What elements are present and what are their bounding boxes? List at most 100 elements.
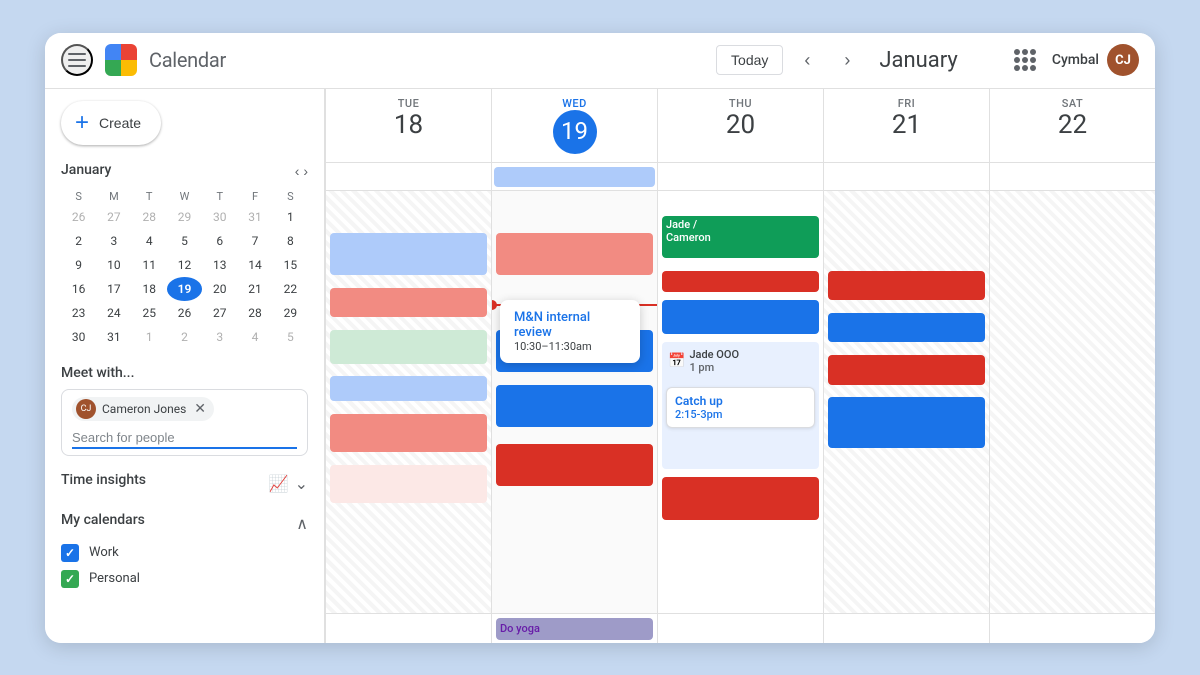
day-col-sat xyxy=(989,191,1155,613)
table-row[interactable]: 16 xyxy=(61,277,96,301)
contact-remove-button[interactable]: ✕ xyxy=(194,401,206,417)
day-name-fri: FRI xyxy=(824,97,989,110)
table-row[interactable]: 31 xyxy=(237,205,272,229)
day-header-thu[interactable]: THU 20 xyxy=(657,89,823,162)
table-row[interactable]: 25 xyxy=(132,301,167,325)
insights-chart-icon[interactable]: 📈 xyxy=(269,474,289,493)
calendar-item-personal[interactable]: ✓ Personal xyxy=(61,570,308,588)
meet-with-title: Meet with... xyxy=(61,365,308,381)
day-header-fri[interactable]: FRI 21 xyxy=(823,89,989,162)
do-yoga-event[interactable]: Do yoga xyxy=(496,618,653,640)
all-day-event-wed[interactable] xyxy=(494,167,655,187)
table-row[interactable]: 5 xyxy=(167,229,202,253)
calendar-item-work[interactable]: ✓ Work xyxy=(61,544,308,562)
event-thu-jade-ooo[interactable]: 📅 Jade OOO 1 pm Catch up 2:15-3pm xyxy=(662,342,819,469)
table-row[interactable]: 27 xyxy=(202,301,237,325)
table-row[interactable]: 28 xyxy=(132,205,167,229)
event-thu-blue[interactable] xyxy=(662,300,819,334)
table-row[interactable]: 6 xyxy=(202,229,237,253)
table-row[interactable]: 12 xyxy=(167,253,202,277)
day-header-tue[interactable]: TUE 18 xyxy=(325,89,491,162)
all-day-bar xyxy=(325,163,1155,191)
event-wed-4[interactable] xyxy=(496,444,653,486)
table-row[interactable]: 4 xyxy=(237,325,272,349)
event-fri-4[interactable] xyxy=(828,397,985,448)
event-thu-green[interactable]: Jade /Cameron xyxy=(662,216,819,258)
personal-checkbox[interactable]: ✓ xyxy=(61,570,79,588)
insights-expand-icon[interactable]: ⌄ xyxy=(295,474,308,493)
my-calendars-section: My calendars ∧ ✓ Work ✓ Personal xyxy=(61,512,308,588)
work-checkbox[interactable]: ✓ xyxy=(61,544,79,562)
event-thu-red-2[interactable] xyxy=(662,477,819,519)
table-row[interactable]: 23 xyxy=(61,301,96,325)
table-row[interactable]: 28 xyxy=(237,301,272,325)
table-row[interactable]: 29 xyxy=(167,205,202,229)
table-row[interactable]: 4 xyxy=(132,229,167,253)
table-row[interactable]: 8 xyxy=(273,229,308,253)
table-row[interactable]: 29 xyxy=(273,301,308,325)
search-input[interactable] xyxy=(72,430,297,449)
all-day-thu xyxy=(657,163,823,190)
day-col-thu: Jade /Cameron 📅 Jade OOO xyxy=(657,191,823,613)
event-fri-1[interactable] xyxy=(828,271,985,301)
event-thu-red[interactable] xyxy=(662,271,819,292)
table-row[interactable]: 21 xyxy=(237,277,272,301)
table-row[interactable]: 31 xyxy=(96,325,131,349)
contact-chip: CJ Cameron Jones ✕ xyxy=(72,397,214,421)
table-row[interactable]: 26 xyxy=(167,301,202,325)
event-fri-2[interactable] xyxy=(828,313,985,343)
table-row[interactable]: 20 xyxy=(202,277,237,301)
day-num-sat: 22 xyxy=(990,110,1155,141)
event-tue-2[interactable] xyxy=(330,288,487,318)
table-row[interactable]: 30 xyxy=(202,205,237,229)
table-row[interactable]: 27 xyxy=(96,205,131,229)
table-row[interactable]: 3 xyxy=(96,229,131,253)
table-row[interactable]: 5 xyxy=(273,325,308,349)
table-row[interactable]: 24 xyxy=(96,301,131,325)
bottom-bar: Do yoga xyxy=(325,613,1155,643)
table-row[interactable]: 14 xyxy=(237,253,272,277)
day-header-sat[interactable]: SAT 22 xyxy=(989,89,1155,162)
day-header-wed[interactable]: WED 19 xyxy=(491,89,657,162)
my-calendars-header: My calendars ∧ xyxy=(61,512,308,536)
mini-cal-next[interactable]: › xyxy=(303,163,308,179)
table-row[interactable]: 2 xyxy=(167,325,202,349)
checkmark-icon: ✓ xyxy=(65,572,75,586)
event-tue-1[interactable] xyxy=(330,233,487,275)
event-popup[interactable]: M&N internal review 10:30–11:30am xyxy=(500,300,640,363)
table-row[interactable]: 2 xyxy=(61,229,96,253)
apps-grid-icon[interactable] xyxy=(1014,49,1036,71)
event-wed-3[interactable] xyxy=(496,385,653,427)
create-button[interactable]: + Create xyxy=(61,101,161,145)
event-fri-3[interactable] xyxy=(828,355,985,385)
today-button[interactable]: Today xyxy=(716,45,783,75)
table-row[interactable]: 30 xyxy=(61,325,96,349)
table-row[interactable]: 22 xyxy=(273,277,308,301)
table-row[interactable]: 1 xyxy=(273,205,308,229)
event-tue-3[interactable] xyxy=(330,330,487,364)
mini-cal-prev[interactable]: ‹ xyxy=(295,163,300,179)
table-row[interactable]: 10 xyxy=(96,253,131,277)
table-row[interactable]: 1 xyxy=(132,325,167,349)
table-row[interactable]: 15 xyxy=(273,253,308,277)
table-row[interactable]: 9 xyxy=(61,253,96,277)
user-chip[interactable]: Cymbal CJ xyxy=(1052,44,1139,76)
day-num-thu: 20 xyxy=(658,110,823,141)
event-wed-1[interactable] xyxy=(496,233,653,275)
my-calendars-collapse-icon[interactable]: ∧ xyxy=(296,514,308,533)
table-row[interactable]: 13 xyxy=(202,253,237,277)
menu-button[interactable] xyxy=(61,44,93,76)
table-row[interactable]: 7 xyxy=(237,229,272,253)
table-row[interactable]: 17 xyxy=(96,277,131,301)
table-row[interactable]: 19 xyxy=(167,277,202,301)
prev-button[interactable]: ‹ xyxy=(791,44,823,76)
next-button[interactable]: › xyxy=(831,44,863,76)
table-row[interactable]: 26 xyxy=(61,205,96,229)
table-row[interactable]: 18 xyxy=(132,277,167,301)
table-row[interactable]: 11 xyxy=(132,253,167,277)
event-tue-4[interactable] xyxy=(330,376,487,401)
table-row[interactable]: 3 xyxy=(202,325,237,349)
day-name-wed: WED xyxy=(492,97,657,110)
event-tue-6[interactable] xyxy=(330,465,487,503)
event-tue-5[interactable] xyxy=(330,414,487,452)
